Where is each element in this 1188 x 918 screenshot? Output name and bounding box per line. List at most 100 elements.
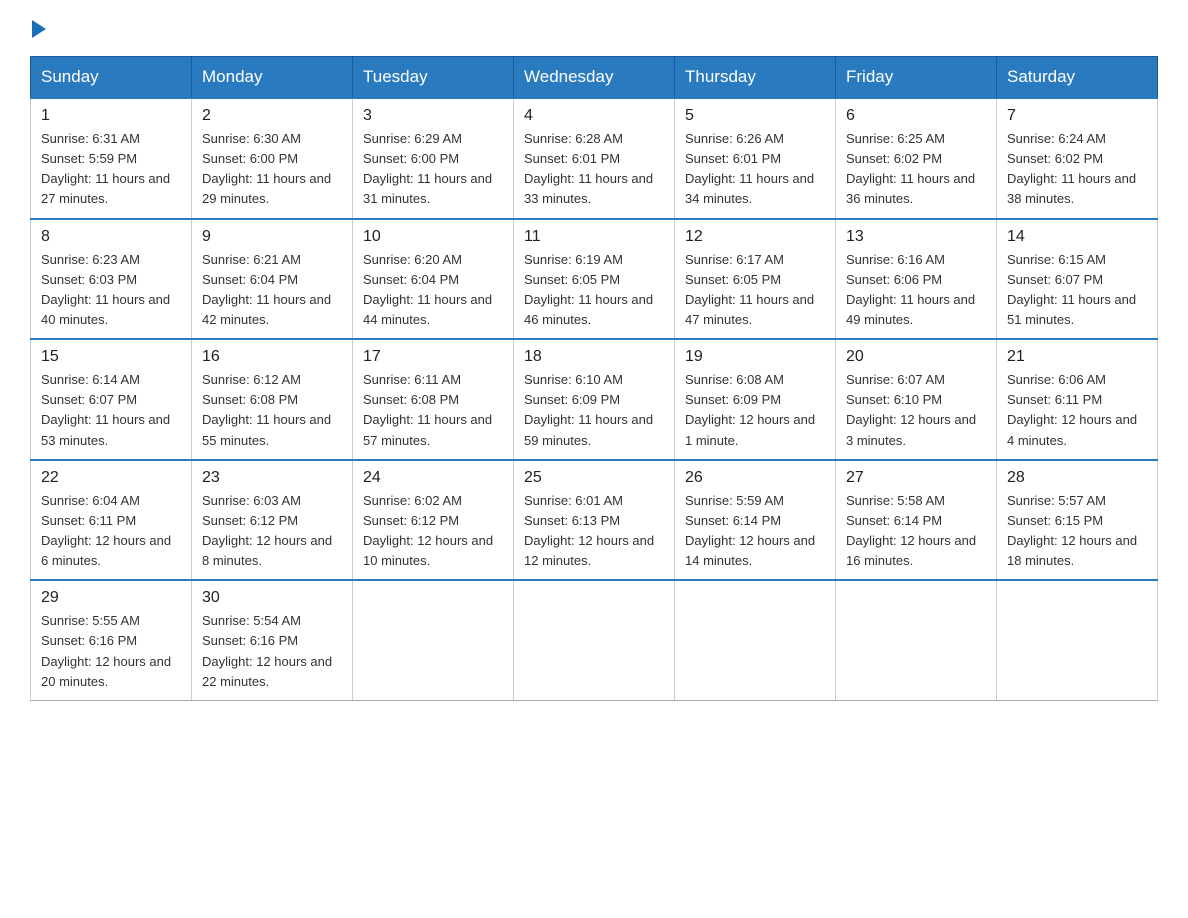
day-number: 23 [202, 469, 342, 487]
calendar-table: SundayMondayTuesdayWednesdayThursdayFrid… [30, 56, 1158, 701]
day-info: Sunrise: 6:07 AMSunset: 6:10 PMDaylight:… [846, 372, 976, 447]
day-info: Sunrise: 6:08 AMSunset: 6:09 PMDaylight:… [685, 372, 815, 447]
day-number: 10 [363, 228, 503, 246]
calendar-day-cell: 6 Sunrise: 6:25 AMSunset: 6:02 PMDayligh… [836, 98, 997, 219]
calendar-day-cell: 23 Sunrise: 6:03 AMSunset: 6:12 PMDaylig… [192, 460, 353, 581]
calendar-day-cell: 2 Sunrise: 6:30 AMSunset: 6:00 PMDayligh… [192, 98, 353, 219]
day-number: 30 [202, 589, 342, 607]
calendar-day-header: Wednesday [514, 57, 675, 99]
calendar-day-cell: 27 Sunrise: 5:58 AMSunset: 6:14 PMDaylig… [836, 460, 997, 581]
day-info: Sunrise: 6:21 AMSunset: 6:04 PMDaylight:… [202, 252, 331, 327]
day-info: Sunrise: 5:59 AMSunset: 6:14 PMDaylight:… [685, 493, 815, 568]
day-number: 27 [846, 469, 986, 487]
day-number: 5 [685, 107, 825, 125]
calendar-day-cell: 21 Sunrise: 6:06 AMSunset: 6:11 PMDaylig… [997, 339, 1158, 460]
calendar-day-header: Friday [836, 57, 997, 99]
day-number: 15 [41, 348, 181, 366]
day-info: Sunrise: 6:11 AMSunset: 6:08 PMDaylight:… [363, 372, 492, 447]
day-number: 3 [363, 107, 503, 125]
day-number: 8 [41, 228, 181, 246]
day-info: Sunrise: 5:54 AMSunset: 6:16 PMDaylight:… [202, 613, 332, 688]
calendar-day-cell: 25 Sunrise: 6:01 AMSunset: 6:13 PMDaylig… [514, 460, 675, 581]
day-number: 14 [1007, 228, 1147, 246]
day-number: 29 [41, 589, 181, 607]
calendar-week-row: 15 Sunrise: 6:14 AMSunset: 6:07 PMDaylig… [31, 339, 1158, 460]
day-info: Sunrise: 6:15 AMSunset: 6:07 PMDaylight:… [1007, 252, 1136, 327]
day-info: Sunrise: 6:24 AMSunset: 6:02 PMDaylight:… [1007, 131, 1136, 206]
day-number: 20 [846, 348, 986, 366]
day-info: Sunrise: 6:30 AMSunset: 6:00 PMDaylight:… [202, 131, 331, 206]
calendar-day-cell: 7 Sunrise: 6:24 AMSunset: 6:02 PMDayligh… [997, 98, 1158, 219]
day-number: 9 [202, 228, 342, 246]
day-number: 18 [524, 348, 664, 366]
day-number: 6 [846, 107, 986, 125]
day-info: Sunrise: 6:19 AMSunset: 6:05 PMDaylight:… [524, 252, 653, 327]
calendar-day-cell: 18 Sunrise: 6:10 AMSunset: 6:09 PMDaylig… [514, 339, 675, 460]
day-number: 2 [202, 107, 342, 125]
calendar-day-cell: 24 Sunrise: 6:02 AMSunset: 6:12 PMDaylig… [353, 460, 514, 581]
calendar-week-row: 1 Sunrise: 6:31 AMSunset: 5:59 PMDayligh… [31, 98, 1158, 219]
day-info: Sunrise: 6:12 AMSunset: 6:08 PMDaylight:… [202, 372, 331, 447]
day-info: Sunrise: 6:02 AMSunset: 6:12 PMDaylight:… [363, 493, 493, 568]
calendar-day-cell [675, 580, 836, 700]
calendar-day-cell: 11 Sunrise: 6:19 AMSunset: 6:05 PMDaylig… [514, 219, 675, 340]
day-number: 26 [685, 469, 825, 487]
day-number: 22 [41, 469, 181, 487]
calendar-day-header: Tuesday [353, 57, 514, 99]
calendar-day-header: Sunday [31, 57, 192, 99]
day-number: 28 [1007, 469, 1147, 487]
day-info: Sunrise: 6:20 AMSunset: 6:04 PMDaylight:… [363, 252, 492, 327]
calendar-week-row: 8 Sunrise: 6:23 AMSunset: 6:03 PMDayligh… [31, 219, 1158, 340]
day-info: Sunrise: 6:23 AMSunset: 6:03 PMDaylight:… [41, 252, 170, 327]
day-info: Sunrise: 6:16 AMSunset: 6:06 PMDaylight:… [846, 252, 975, 327]
day-info: Sunrise: 6:10 AMSunset: 6:09 PMDaylight:… [524, 372, 653, 447]
calendar-day-cell: 3 Sunrise: 6:29 AMSunset: 6:00 PMDayligh… [353, 98, 514, 219]
day-info: Sunrise: 6:06 AMSunset: 6:11 PMDaylight:… [1007, 372, 1137, 447]
calendar-day-header: Saturday [997, 57, 1158, 99]
day-number: 24 [363, 469, 503, 487]
day-number: 25 [524, 469, 664, 487]
day-info: Sunrise: 6:31 AMSunset: 5:59 PMDaylight:… [41, 131, 170, 206]
calendar-day-cell [353, 580, 514, 700]
calendar-day-cell: 28 Sunrise: 5:57 AMSunset: 6:15 PMDaylig… [997, 460, 1158, 581]
calendar-day-cell: 20 Sunrise: 6:07 AMSunset: 6:10 PMDaylig… [836, 339, 997, 460]
day-info: Sunrise: 6:04 AMSunset: 6:11 PMDaylight:… [41, 493, 171, 568]
calendar-day-cell: 10 Sunrise: 6:20 AMSunset: 6:04 PMDaylig… [353, 219, 514, 340]
calendar-day-cell: 13 Sunrise: 6:16 AMSunset: 6:06 PMDaylig… [836, 219, 997, 340]
day-number: 7 [1007, 107, 1147, 125]
day-number: 17 [363, 348, 503, 366]
day-number: 12 [685, 228, 825, 246]
calendar-day-cell [997, 580, 1158, 700]
calendar-header-row: SundayMondayTuesdayWednesdayThursdayFrid… [31, 57, 1158, 99]
calendar-day-cell: 1 Sunrise: 6:31 AMSunset: 5:59 PMDayligh… [31, 98, 192, 219]
day-number: 19 [685, 348, 825, 366]
day-info: Sunrise: 5:55 AMSunset: 6:16 PMDaylight:… [41, 613, 171, 688]
calendar-day-cell: 19 Sunrise: 6:08 AMSunset: 6:09 PMDaylig… [675, 339, 836, 460]
calendar-day-cell: 17 Sunrise: 6:11 AMSunset: 6:08 PMDaylig… [353, 339, 514, 460]
day-number: 1 [41, 107, 181, 125]
calendar-day-header: Monday [192, 57, 353, 99]
day-info: Sunrise: 6:26 AMSunset: 6:01 PMDaylight:… [685, 131, 814, 206]
calendar-day-cell: 16 Sunrise: 6:12 AMSunset: 6:08 PMDaylig… [192, 339, 353, 460]
calendar-day-cell: 30 Sunrise: 5:54 AMSunset: 6:16 PMDaylig… [192, 580, 353, 700]
day-number: 21 [1007, 348, 1147, 366]
calendar-day-cell: 8 Sunrise: 6:23 AMSunset: 6:03 PMDayligh… [31, 219, 192, 340]
calendar-week-row: 22 Sunrise: 6:04 AMSunset: 6:11 PMDaylig… [31, 460, 1158, 581]
calendar-day-cell [514, 580, 675, 700]
day-info: Sunrise: 5:58 AMSunset: 6:14 PMDaylight:… [846, 493, 976, 568]
calendar-day-cell: 26 Sunrise: 5:59 AMSunset: 6:14 PMDaylig… [675, 460, 836, 581]
day-number: 16 [202, 348, 342, 366]
day-number: 4 [524, 107, 664, 125]
calendar-day-cell: 9 Sunrise: 6:21 AMSunset: 6:04 PMDayligh… [192, 219, 353, 340]
calendar-day-cell: 12 Sunrise: 6:17 AMSunset: 6:05 PMDaylig… [675, 219, 836, 340]
calendar-day-cell: 22 Sunrise: 6:04 AMSunset: 6:11 PMDaylig… [31, 460, 192, 581]
day-info: Sunrise: 6:14 AMSunset: 6:07 PMDaylight:… [41, 372, 170, 447]
calendar-day-cell: 5 Sunrise: 6:26 AMSunset: 6:01 PMDayligh… [675, 98, 836, 219]
day-info: Sunrise: 6:28 AMSunset: 6:01 PMDaylight:… [524, 131, 653, 206]
calendar-day-cell: 15 Sunrise: 6:14 AMSunset: 6:07 PMDaylig… [31, 339, 192, 460]
day-info: Sunrise: 6:29 AMSunset: 6:00 PMDaylight:… [363, 131, 492, 206]
calendar-day-cell: 14 Sunrise: 6:15 AMSunset: 6:07 PMDaylig… [997, 219, 1158, 340]
calendar-week-row: 29 Sunrise: 5:55 AMSunset: 6:16 PMDaylig… [31, 580, 1158, 700]
day-number: 11 [524, 228, 664, 246]
day-info: Sunrise: 6:03 AMSunset: 6:12 PMDaylight:… [202, 493, 332, 568]
